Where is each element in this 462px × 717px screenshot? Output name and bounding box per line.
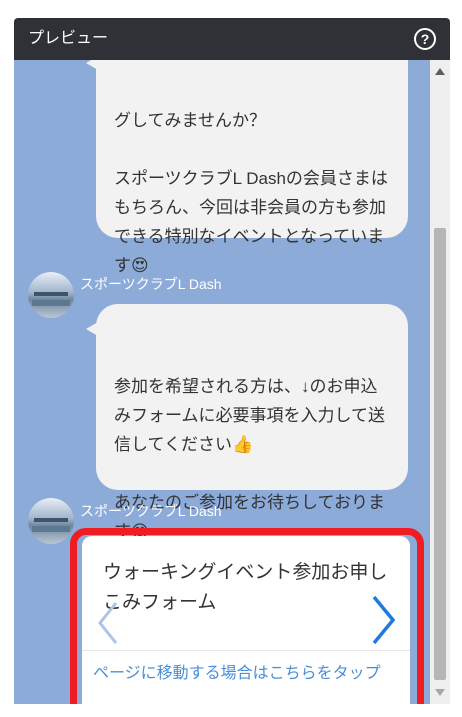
sender-name: スポーツクラブL Dash bbox=[80, 276, 222, 292]
message-bubble: グしてみませんか？ スポーツクラブL Dashの会員さまはもちろん、今回は非会員… bbox=[86, 60, 408, 275]
card-link[interactable]: ページに移動する場合はこちらをタップ bbox=[93, 664, 423, 684]
bubble-tail bbox=[86, 60, 98, 70]
scroll-thumb[interactable] bbox=[434, 228, 446, 680]
avatar bbox=[28, 272, 74, 318]
help-icon[interactable]: ? bbox=[414, 28, 436, 50]
scrollbar[interactable] bbox=[430, 60, 450, 704]
bubble-tail bbox=[86, 322, 98, 336]
card-title: ウォーキングイベント参加お申しこみフォーム bbox=[103, 562, 388, 613]
form-card[interactable]: ウォーキングイベント参加お申しこみフォーム ページに移動する場合はこちらをタップ bbox=[82, 536, 410, 704]
preview-header: プレビュー ? bbox=[14, 18, 450, 60]
message-text: グしてみませんか？ スポーツクラブL Dashの会員さまはもちろん、今回は非会員… bbox=[114, 111, 388, 275]
message-bubble: 参加を希望される方は、↓のお申込みフォームに必要事項を入力して送信してください👍… bbox=[86, 304, 408, 541]
chat-area[interactable]: グしてみませんか？ スポーツクラブL Dashの会員さまはもちろん、今回は非会員… bbox=[14, 60, 430, 704]
header-title: プレビュー bbox=[28, 30, 109, 47]
sender-name: スポーツクラブL Dash bbox=[80, 503, 222, 519]
chevron-left-icon[interactable] bbox=[96, 600, 120, 646]
scroll-down-icon[interactable] bbox=[435, 689, 445, 696]
card-divider bbox=[82, 650, 410, 651]
avatar bbox=[28, 498, 74, 544]
scroll-up-icon[interactable] bbox=[435, 68, 445, 75]
chevron-right-icon[interactable] bbox=[368, 594, 398, 646]
preview-panel: プレビュー ? グしてみませんか？ スポーツクラブL Dashの会員さまはもちろ… bbox=[14, 18, 450, 704]
